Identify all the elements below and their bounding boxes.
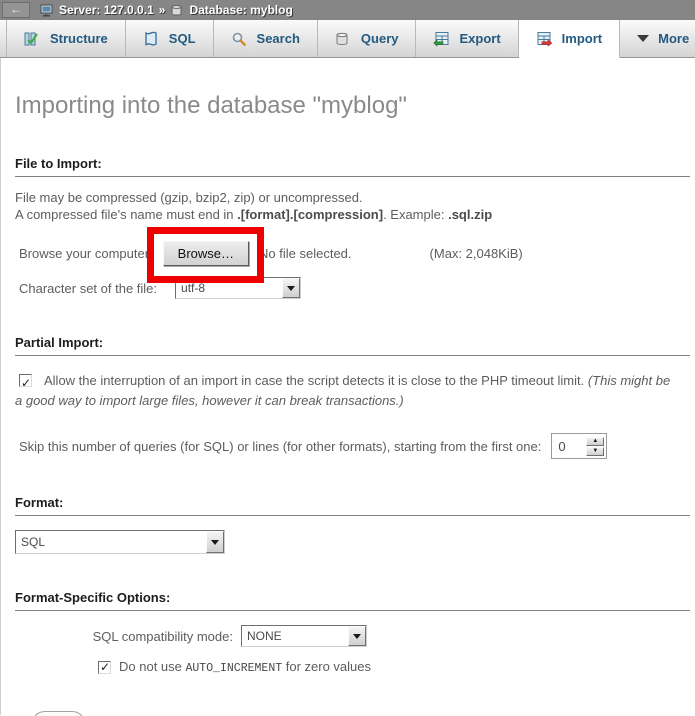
compression-help-text: File may be compressed (gzip, bzip2, zip… — [15, 189, 681, 223]
section-heading-file-to-import: File to Import: — [15, 156, 690, 177]
skip-number-input[interactable]: 0 ▲ ▼ — [551, 433, 607, 459]
browse-label: Browse your computer: — [19, 246, 153, 261]
autoinc-suffix: for zero values — [282, 659, 371, 674]
compression-format-pattern: .[format].[compression] — [237, 207, 383, 222]
tab-query[interactable]: Query — [318, 20, 417, 57]
compat-selected-value: NONE — [242, 626, 348, 646]
compression-line2-prefix: A compressed file's name must end in — [15, 207, 237, 222]
interrupt-checkbox[interactable] — [19, 374, 32, 387]
breadcrumb-server[interactable]: Server: 127.0.0.1 — [59, 3, 154, 17]
export-icon — [433, 31, 450, 47]
autoinc-code: AUTO_INCREMENT — [186, 662, 283, 675]
tab-export[interactable]: Export — [416, 20, 518, 57]
section-heading-partial-import: Partial Import: — [15, 335, 690, 356]
charset-row: Character set of the file: utf-8 — [19, 277, 695, 299]
spinner-up-icon[interactable]: ▲ — [586, 437, 604, 446]
go-button[interactable]: Go — [31, 711, 86, 716]
chevron-down-icon — [637, 35, 649, 42]
partial-import-option: Allow the interruption of an import in c… — [15, 371, 681, 411]
charset-select[interactable]: utf-8 — [175, 277, 301, 299]
autoinc-prefix: Do not use — [119, 659, 186, 674]
tab-label: Structure — [50, 31, 108, 46]
skip-value: 0 — [554, 439, 586, 454]
auto-increment-checkbox[interactable] — [98, 661, 111, 674]
section-heading-format: Format: — [15, 495, 690, 516]
tab-search[interactable]: Search — [214, 20, 318, 57]
format-select[interactable]: SQL — [15, 530, 225, 554]
skip-queries-row: Skip this number of queries (for SQL) or… — [19, 433, 695, 459]
format-row: SQL — [15, 530, 695, 554]
server-icon — [40, 4, 54, 17]
tab-label: Search — [257, 31, 300, 46]
skip-label: Skip this number of queries (for SQL) or… — [19, 439, 541, 454]
breadcrumb: Server: 127.0.0.1 » Database: myblog — [40, 3, 293, 17]
tab-sql[interactable]: SQL — [126, 20, 214, 57]
tab-label: SQL — [169, 31, 196, 46]
import-icon — [536, 31, 553, 47]
compat-label: SQL compatibility mode: — [1, 629, 241, 644]
compat-select[interactable]: NONE — [241, 625, 367, 647]
breadcrumb-separator: » — [159, 3, 166, 17]
compression-line2-mid: . Example: — [383, 207, 448, 222]
dropdown-arrow-icon[interactable] — [348, 626, 366, 646]
database-icon — [170, 4, 184, 17]
structure-icon — [24, 31, 41, 47]
tab-import[interactable]: Import — [519, 20, 620, 58]
query-icon — [335, 31, 352, 47]
search-icon — [231, 31, 248, 47]
format-selected-value: SQL — [16, 531, 206, 553]
max-size-text: (Max: 2,048KiB) — [430, 246, 523, 261]
auto-increment-row: Do not use AUTO_INCREMENT for zero value… — [98, 659, 695, 675]
sql-compatibility-row: SQL compatibility mode: NONE — [1, 625, 695, 647]
charset-label: Character set of the file: — [19, 281, 157, 296]
auto-increment-text: Do not use AUTO_INCREMENT for zero value… — [119, 659, 371, 675]
tab-label: Export — [459, 31, 500, 46]
tab-label: More — [658, 31, 689, 46]
dropdown-arrow-icon[interactable] — [206, 531, 224, 553]
tab-bar: Structure SQL Search Query Export Import… — [0, 20, 695, 58]
compression-example: .sql.zip — [448, 207, 492, 222]
breadcrumb-bar: ← Server: 127.0.0.1 » Database: myblog — [0, 0, 695, 20]
tab-label: Query — [361, 31, 399, 46]
tab-structure[interactable]: Structure — [6, 20, 126, 57]
sql-icon — [143, 31, 160, 47]
tab-label: Import — [562, 31, 602, 46]
page-title: Importing into the database "myblog" — [1, 58, 695, 120]
interrupt-text: Allow the interruption of an import in c… — [44, 373, 588, 388]
back-arrow-icon[interactable]: ← — [2, 2, 30, 18]
file-upload-row: Browse your computer: Browse… No file se… — [19, 239, 695, 267]
browse-button[interactable]: Browse… — [163, 241, 249, 266]
spinner-down-icon[interactable]: ▼ — [586, 447, 604, 456]
import-page: Importing into the database "myblog" Fil… — [0, 58, 695, 715]
charset-selected-value: utf-8 — [176, 278, 282, 298]
no-file-selected-text: No file selected. — [259, 246, 352, 261]
section-heading-format-specific: Format-Specific Options: — [15, 590, 690, 611]
breadcrumb-database[interactable]: Database: myblog — [189, 3, 292, 17]
compression-line1: File may be compressed (gzip, bzip2, zip… — [15, 190, 363, 205]
dropdown-arrow-icon[interactable] — [282, 278, 300, 298]
tab-more[interactable]: More — [620, 20, 695, 57]
